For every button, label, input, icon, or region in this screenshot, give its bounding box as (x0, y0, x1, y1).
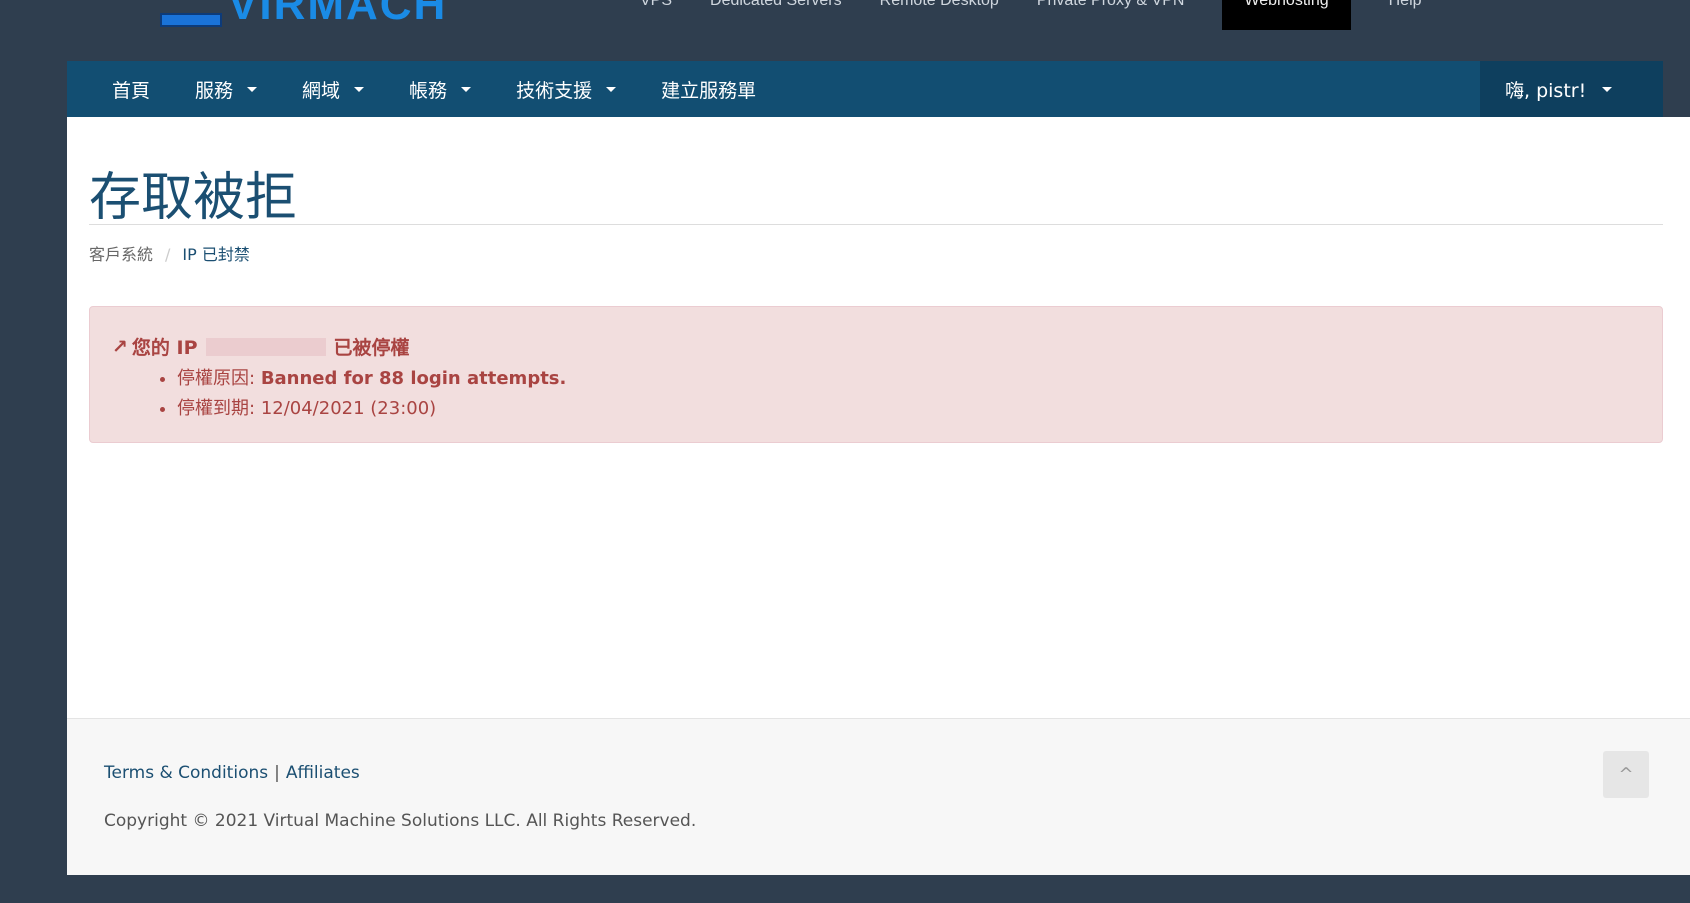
expiry-value: 12/04/2021 (23:00) (260, 398, 437, 419)
nav-support[interactable]: 技術支援 (516, 76, 617, 103)
top-nav-remote-desktop[interactable]: Remote Desktop (880, 0, 999, 14)
main-content: 存取被拒 客戶系統 / IP 已封禁 ↗您的 IP 已被停權 停權原因: Banned… (67, 117, 1690, 718)
nav-home[interactable]: 首頁 (112, 76, 150, 103)
nav-label: 建立服務單 (661, 79, 757, 102)
breadcrumb: 客戶系統 / IP 已封禁 (89, 241, 250, 265)
terms-link[interactable]: Terms & Conditions (104, 763, 268, 783)
nav-billing[interactable]: 帳務 (409, 76, 472, 103)
nav-label: 服務 (195, 79, 234, 102)
nav-label: 帳務 (409, 79, 448, 102)
nav-label: 技術支援 (516, 79, 593, 102)
breadcrumb-separator: / (165, 245, 171, 264)
ban-alert: ↗您的 IP 已被停權 停權原因: Banned for 88 login att… (89, 306, 1663, 443)
caret-down-icon (1602, 86, 1613, 92)
back-to-top-button[interactable]: ^ (1603, 751, 1649, 798)
alert-suffix: 已被停權 (333, 337, 410, 359)
top-nav-help[interactable]: Help (1389, 0, 1422, 14)
caret-down-icon (461, 86, 472, 92)
nav-domains[interactable]: 網域 (302, 76, 365, 103)
breadcrumb-current: IP 已封禁 (182, 245, 250, 264)
nav-services[interactable]: 服務 (195, 76, 258, 103)
top-nav: VPS Dedicated Servers Remote Desktop Pri… (640, 0, 1422, 30)
server-icon (160, 13, 222, 27)
chevron-up-icon: ^ (1618, 764, 1634, 785)
user-greeting: 嗨, pistr! (1505, 79, 1587, 102)
nav-label: 網域 (302, 79, 341, 102)
redacted-ip (205, 337, 326, 356)
top-nav-webhosting[interactable]: Webhosting (1222, 0, 1351, 30)
gavel-icon: ↗ (112, 335, 128, 358)
top-nav-proxy[interactable]: Private Proxy & VPN (1037, 0, 1185, 14)
link-separator: | (274, 763, 280, 783)
alert-prefix: 您的 IP (131, 337, 198, 359)
affiliates-link[interactable]: Affiliates (286, 763, 360, 783)
virmach-logo[interactable]: VIRMACH (160, 0, 447, 27)
top-nav-vps[interactable]: VPS (640, 0, 672, 14)
top-nav-dedicated[interactable]: Dedicated Servers (710, 0, 842, 14)
footer: Terms & Conditions | Affiliates Copyright … (67, 718, 1690, 875)
user-menu[interactable]: 嗨, pistr! (1480, 61, 1663, 117)
ban-expiry: 停權到期: 12/04/2021 (23:00) (177, 394, 1640, 424)
caret-down-icon (247, 86, 258, 92)
breadcrumb-client-area[interactable]: 客戶系統 (89, 245, 153, 264)
ban-reason: 停權原因: Banned for 88 login attempts. (177, 364, 1640, 394)
nav-label: 首頁 (112, 79, 151, 102)
nav-open-ticket[interactable]: 建立服務單 (661, 76, 756, 103)
caret-down-icon (606, 86, 617, 92)
reason-label: 停權原因: (177, 368, 256, 389)
main-navbar: 首頁 服務 網域 帳務 技術支援 建立服務單 嗨, pistr! (67, 61, 1663, 117)
copyright: Copyright © 2021 Virtual Machine Solutio… (104, 811, 697, 831)
caret-down-icon (354, 86, 365, 92)
expiry-label: 停權到期: (177, 398, 256, 419)
reason-value: Banned for 88 login attempts. (260, 368, 567, 389)
page-title: 存取被拒 (89, 168, 298, 228)
divider (89, 224, 1663, 225)
